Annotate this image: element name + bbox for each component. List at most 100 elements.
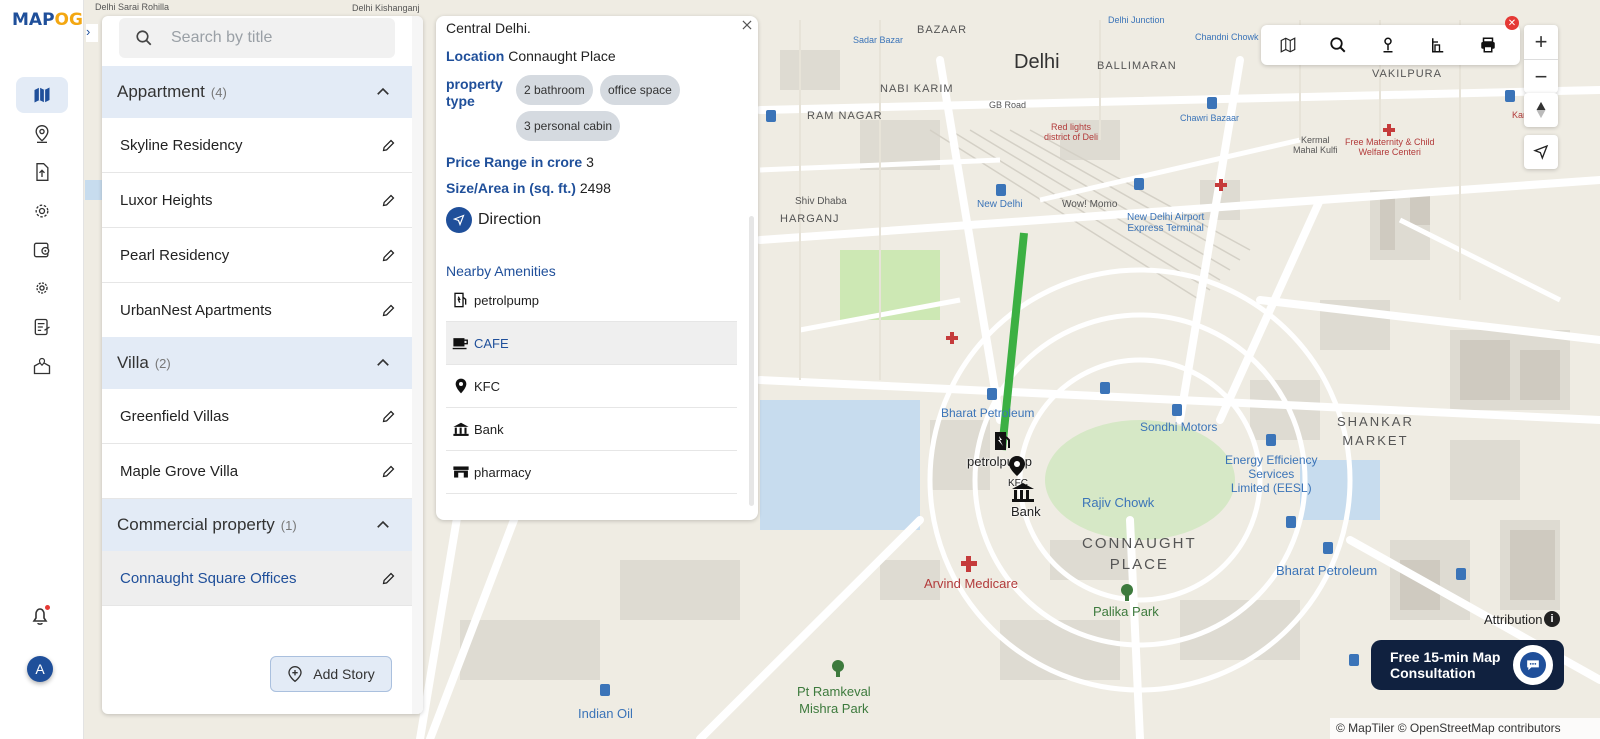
- map-label-nabi-karim: NABI KARIM: [880, 83, 954, 95]
- locate-button[interactable]: [1524, 135, 1558, 169]
- list-item[interactable]: Pearl Residency: [102, 228, 412, 283]
- map-pin-marker-icon[interactable]: [1008, 455, 1026, 477]
- map-label-delhi: Delhi: [1014, 51, 1060, 73]
- map-label-connaught-place: CONNAUGHT PLACE: [1082, 535, 1197, 573]
- amenity-label: CAFE: [474, 335, 509, 351]
- chevron-up-icon[interactable]: [374, 516, 392, 534]
- list-item[interactable]: Greenfield Villas: [102, 389, 412, 444]
- item-title: Connaught Square Offices: [120, 569, 297, 587]
- zoom-in-button[interactable]: +: [1524, 25, 1558, 59]
- item-title: Skyline Residency: [120, 136, 243, 154]
- map-label-nd-airport: New Delhi Airport Express Terminal: [1127, 212, 1205, 234]
- property-type-chip: 2 bathroom: [516, 75, 593, 105]
- building-icon[interactable]: [1428, 35, 1448, 55]
- list-item[interactable]: Skyline Residency: [102, 118, 412, 173]
- fuel-station-marker-icon[interactable]: [993, 430, 1011, 452]
- group-header-commercial-property[interactable]: Commercial property (1): [102, 499, 412, 551]
- attribution-label[interactable]: Attribution: [1484, 612, 1543, 627]
- close-icon[interactable]: ✕: [1505, 16, 1519, 30]
- amenity-item-selected[interactable]: CAFE: [446, 322, 737, 365]
- pencil-icon[interactable]: [381, 248, 396, 263]
- compass-icon: [1524, 93, 1558, 127]
- map-label-indian-oil: Indian Oil: [578, 706, 633, 721]
- report-icon[interactable]: [16, 309, 68, 345]
- map-label-gb-road: GB Road: [989, 100, 1027, 110]
- size-row: Size/Area in (sq. ft.) 2498: [446, 180, 611, 196]
- chat-button[interactable]: [1510, 642, 1556, 688]
- amenity-item[interactable]: Bank: [446, 408, 737, 451]
- map-layers-icon[interactable]: [1278, 35, 1298, 55]
- map-icon[interactable]: [16, 77, 68, 113]
- location-row: Location Connaught Place: [446, 48, 616, 64]
- story-list-panel: Appartment (4) Skyline Residency Luxor H…: [102, 16, 423, 714]
- left-sidebar-rail: MAPOG A: [0, 0, 84, 739]
- copyright-text[interactable]: © MapTiler © OpenStreetMap contributors: [1330, 718, 1600, 739]
- search-box[interactable]: [119, 18, 395, 58]
- close-icon[interactable]: [740, 18, 754, 32]
- settings-cog-icon[interactable]: [16, 193, 68, 229]
- list-item[interactable]: Luxor Heights: [102, 173, 412, 228]
- chevron-up-icon[interactable]: [374, 83, 392, 101]
- map-pin-icon: [452, 377, 470, 395]
- navigation-arrow-icon: [446, 207, 472, 233]
- list-item[interactable]: Maple Grove Villa: [102, 444, 412, 499]
- direction-button[interactable]: Direction: [446, 207, 541, 233]
- pencil-icon[interactable]: [381, 409, 396, 424]
- location-label: Location: [446, 48, 505, 64]
- info-icon[interactable]: i: [1544, 611, 1560, 627]
- group-header-villa[interactable]: Villa (2): [102, 337, 412, 389]
- marker-label-bank: Bank: [1011, 504, 1041, 519]
- map-label-palika-park: Palika Park: [1093, 604, 1159, 619]
- pencil-icon[interactable]: [381, 303, 396, 318]
- group-title: Villa: [117, 353, 149, 372]
- map-pin-board-icon[interactable]: [16, 232, 68, 268]
- bank-icon: [452, 420, 470, 438]
- chevron-up-icon[interactable]: [374, 354, 392, 372]
- pencil-icon[interactable]: [381, 571, 396, 586]
- panel-scrollbar[interactable]: [412, 16, 423, 714]
- map-label-ram-nagar: RAM NAGAR: [807, 110, 883, 122]
- pencil-icon[interactable]: [381, 464, 396, 479]
- amenity-item[interactable]: petrolpump: [446, 279, 737, 322]
- store-icon: [452, 463, 470, 481]
- add-story-button[interactable]: Add Story: [270, 656, 392, 692]
- app-logo[interactable]: MAPOG: [12, 10, 83, 30]
- group-count: (1): [280, 517, 297, 533]
- amenity-item[interactable]: KFC: [446, 365, 737, 408]
- map-label-new-delhi: New Delhi: [977, 199, 1023, 210]
- pencil-icon[interactable]: [381, 193, 396, 208]
- gear-icon[interactable]: [16, 270, 68, 306]
- map-location-icon[interactable]: [16, 348, 68, 384]
- chevron-right-icon[interactable]: ›: [86, 24, 98, 42]
- pencil-icon[interactable]: [381, 138, 396, 153]
- avatar[interactable]: A: [27, 656, 53, 682]
- compass-button[interactable]: [1524, 93, 1558, 127]
- map-label-harganj: HARGANJ: [780, 213, 840, 225]
- map-label-shankar-market: SHANKAR MARKET: [1337, 414, 1414, 448]
- list-item-selected[interactable]: Connaught Square Offices: [102, 551, 412, 606]
- map-label-ballimaran: BALLIMARAN: [1097, 60, 1177, 72]
- amenity-item[interactable]: pharmacy: [446, 451, 737, 494]
- size-value: 2498: [579, 180, 611, 196]
- search-input[interactable]: [171, 29, 371, 47]
- bank-marker-icon[interactable]: [1010, 481, 1036, 503]
- map-label-delhi-sarai-rohilla: Delhi Sarai Rohilla: [95, 2, 170, 12]
- search-icon[interactable]: [1328, 35, 1348, 55]
- fuel-station-icon: [452, 291, 470, 309]
- pin-icon[interactable]: [1378, 35, 1398, 55]
- item-title: Greenfield Villas: [120, 407, 229, 425]
- map-label-wow-momo: Wow! Momo: [1062, 199, 1118, 210]
- zoom-out-button[interactable]: −: [1524, 59, 1558, 93]
- map-label-bazaar: BAZAAR: [917, 24, 968, 36]
- group-title: Appartment: [117, 82, 205, 101]
- location-pin-icon[interactable]: [16, 116, 68, 152]
- price-value: 3: [586, 154, 594, 170]
- upload-icon[interactable]: [16, 154, 68, 190]
- list-item[interactable]: UrbanNest Apartments: [102, 283, 412, 338]
- print-icon[interactable]: [1478, 35, 1498, 55]
- map-label-eesl: Energy Efficiency Services Limited (EESL…: [1225, 453, 1318, 495]
- coffee-cup-icon: [452, 334, 470, 352]
- popup-scrollbar[interactable]: [749, 216, 754, 506]
- location-value: Connaught Place: [508, 48, 616, 64]
- group-header-appartment[interactable]: Appartment (4): [102, 66, 412, 118]
